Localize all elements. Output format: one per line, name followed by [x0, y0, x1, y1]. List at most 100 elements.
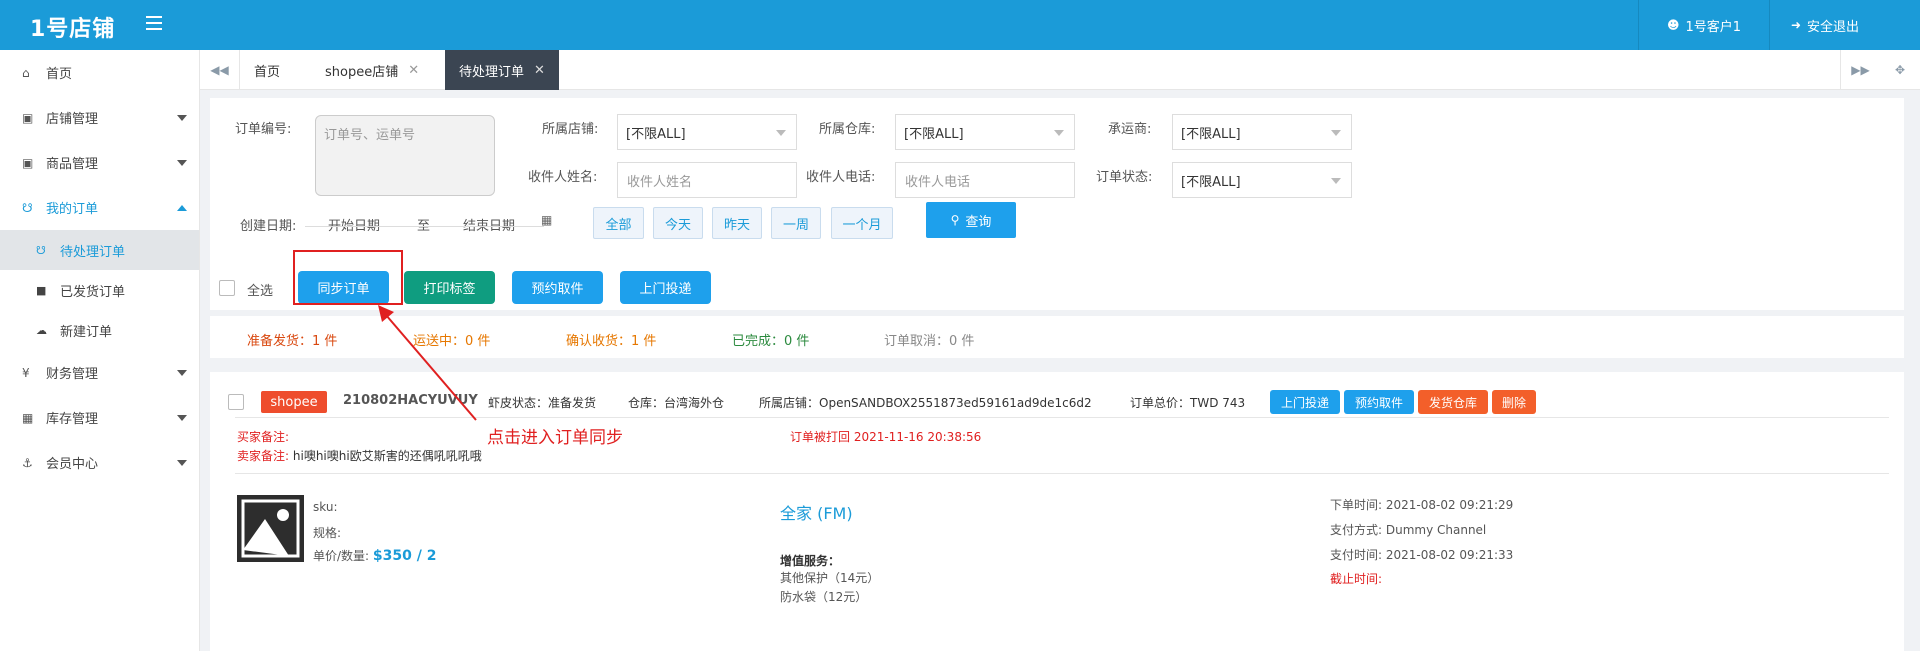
warehouse-select-value: [不限ALL]: [904, 126, 964, 142]
order-no-label: 订单编号:: [235, 122, 292, 137]
cloud-upload-icon: ☁: [36, 323, 47, 337]
order-status-summary: 准备发货：1 件 运送中：0 件 确认收货：1 件 已完成：0 件 订单取消：0…: [210, 316, 1904, 358]
main-content: 订单编号: 订单号、运单号 所属店铺: [不限ALL] 所属仓库: [不限ALL…: [200, 90, 1920, 651]
status-cancelled[interactable]: 订单取消：0 件: [884, 330, 974, 349]
logout-icon: ➜: [1790, 18, 1802, 32]
sidebar: ⌂ 首页 ▣ 店铺管理 ▣ 商品管理 ☋ 我的订单 ☋ 待处理订单 ■ 已发货订单 ☁ 新建订…: [0, 50, 200, 651]
sidebar-item-label: 已发货订单: [60, 284, 126, 300]
date-filter-all-button[interactable]: 全部: [593, 207, 644, 239]
user-menu[interactable]: ☻ 1号客户1: [1638, 0, 1770, 50]
home-icon: ⌂: [22, 65, 30, 80]
select-all-label: 全选: [247, 284, 274, 299]
menu-toggle-icon[interactable]: [146, 16, 162, 30]
sidebar-item-finance[interactable]: ¥ 财务管理: [0, 350, 199, 395]
date-filter-yesterday-button[interactable]: 昨天: [712, 207, 762, 239]
chevron-down-icon: [776, 130, 786, 136]
order-number: 210802HACYUVUY: [343, 393, 478, 408]
date-filter-month-button[interactable]: 一个月: [831, 207, 893, 239]
tab-label: shopee店铺: [325, 64, 399, 80]
sidebar-item-label: 商品管理: [46, 157, 99, 172]
date-filter-week-button[interactable]: 一周: [771, 207, 821, 239]
order-ship-warehouse-button[interactable]: 发货仓库: [1418, 390, 1488, 414]
store-select[interactable]: [不限ALL]: [617, 114, 797, 150]
image-placeholder-icon: [241, 499, 300, 558]
unit-price-qty: 单价/数量: $350 / 2: [313, 547, 437, 564]
search-button[interactable]: ⚲ 查询: [926, 202, 1016, 238]
spec-label: 规格:: [313, 526, 342, 540]
sidebar-item-member-center[interactable]: ⚓ 会员中心: [0, 440, 199, 485]
tab-bar: ◀◀ 首页 shopee店铺 ✕ 待处理订单 ✕ ▶▶ ✥: [200, 50, 1920, 90]
tab-scroll-right-icon[interactable]: ▶▶: [1840, 50, 1880, 90]
sidebar-item-store-management[interactable]: ▣ 店铺管理: [0, 95, 199, 140]
sidebar-item-new-order[interactable]: ☁ 新建订单: [0, 310, 199, 350]
door-delivery-button[interactable]: 上门投递: [620, 271, 711, 304]
sidebar-item-home[interactable]: ⌂ 首页: [0, 50, 199, 95]
tab-shopee-store[interactable]: shopee店铺 ✕: [311, 50, 433, 90]
select-all-checkbox[interactable]: [219, 280, 235, 296]
status-completed[interactable]: 已完成：0 件: [732, 330, 809, 349]
warehouse-label: 所属仓库:: [819, 122, 876, 137]
order-door-delivery-button[interactable]: 上门投递: [1270, 390, 1340, 414]
sku-label: sku:: [313, 500, 338, 514]
end-date-input[interactable]: 结束日期: [463, 215, 515, 234]
payment-time: 支付时间: 2021-08-02 09:21:33: [1330, 548, 1514, 562]
status-preparing[interactable]: 准备发货：1 件: [247, 330, 337, 349]
date-underline: [305, 226, 544, 227]
fullscreen-icon[interactable]: ✥: [1880, 50, 1920, 90]
sidebar-item-product-management[interactable]: ▣ 商品管理: [0, 140, 199, 185]
carrier-select-value: [不限ALL]: [1181, 126, 1241, 142]
search-button-label: 查询: [965, 214, 992, 230]
recipient-name-input[interactable]: 收件人姓名: [617, 162, 797, 198]
sidebar-item-my-orders[interactable]: ☋ 我的订单: [0, 185, 199, 230]
logout-button[interactable]: ➜ 安全退出: [1770, 0, 1880, 50]
sidebar-item-label: 财务管理: [46, 367, 99, 382]
schedule-pickup-button[interactable]: 预约取件: [512, 271, 603, 304]
seller-note-label: 卖家备注:: [237, 449, 290, 463]
user-name: 1号客户1: [1685, 19, 1742, 35]
start-date-input[interactable]: 开始日期: [328, 215, 380, 234]
close-icon[interactable]: ✕: [534, 63, 545, 78]
tab-pending-orders[interactable]: 待处理订单 ✕: [445, 50, 559, 90]
order-status-select-value: [不限ALL]: [1181, 174, 1241, 190]
app-logo: 1号店铺: [30, 17, 116, 42]
date-range-separator: 至: [417, 219, 431, 234]
tab-home[interactable]: 首页: [240, 50, 294, 90]
order-schedule-pickup-button[interactable]: 预约取件: [1344, 390, 1414, 414]
date-filter-today-button[interactable]: 今天: [653, 207, 703, 239]
sidebar-item-label: 我的订单: [46, 202, 99, 217]
recipient-phone-input[interactable]: 收件人电话: [895, 162, 1075, 198]
divider: [235, 473, 1889, 474]
order-store: 所属店铺：OpenSANDBOX2551873ed59161ad9de1c6d2: [759, 396, 1092, 410]
price-value: $350 / 2: [372, 548, 437, 564]
carrier-select[interactable]: [不限ALL]: [1172, 114, 1352, 150]
close-icon[interactable]: ✕: [408, 63, 419, 78]
warehouse-select[interactable]: [不限ALL]: [895, 114, 1075, 150]
status-received[interactable]: 确认收货：1 件: [566, 330, 656, 349]
service-item: 防水袋（12元）: [780, 590, 868, 604]
payment-method: 支付方式: Dummy Channel: [1330, 523, 1487, 537]
sidebar-item-label: 会员中心: [46, 457, 99, 472]
calendar-icon[interactable]: ▦: [541, 213, 552, 227]
shipping-method: 全家 (FM): [780, 504, 853, 523]
order-status-select[interactable]: [不限ALL]: [1172, 162, 1352, 198]
seller-note-text: hi噢hi噢hi欧艾斯害的还偶吼吼吼哦: [292, 449, 482, 463]
chevron-down-icon: [177, 160, 187, 166]
order-delete-button[interactable]: 删除: [1492, 390, 1536, 414]
sidebar-item-pending-orders[interactable]: ☋ 待处理订单: [0, 230, 199, 270]
order-select-checkbox[interactable]: [228, 394, 244, 410]
order-no-input[interactable]: 订单号、运单号: [315, 115, 495, 196]
sidebar-item-inventory[interactable]: ▦ 库存管理: [0, 395, 199, 440]
store-label: 所属店铺:: [542, 122, 599, 137]
buyer-note: 买家备注:: [237, 428, 289, 445]
sidebar-item-shipped-orders[interactable]: ■ 已发货订单: [0, 270, 199, 310]
product-thumbnail[interactable]: [237, 495, 304, 562]
chevron-down-icon: [177, 115, 187, 121]
order-time: 下单时间: 2021-08-02 09:21:29: [1330, 498, 1514, 512]
chevron-down-icon: [177, 370, 187, 376]
carrier-label: 承运商:: [1108, 122, 1152, 137]
tab-scroll-left-icon[interactable]: ◀◀: [200, 50, 240, 90]
print-label-button[interactable]: 打印标签: [404, 271, 495, 304]
chevron-down-icon: [1054, 130, 1064, 136]
status-in-transit[interactable]: 运送中：0 件: [413, 330, 490, 349]
top-bar: 1号店铺 ☻ 1号客户1 ➜ 安全退出: [0, 0, 1920, 50]
